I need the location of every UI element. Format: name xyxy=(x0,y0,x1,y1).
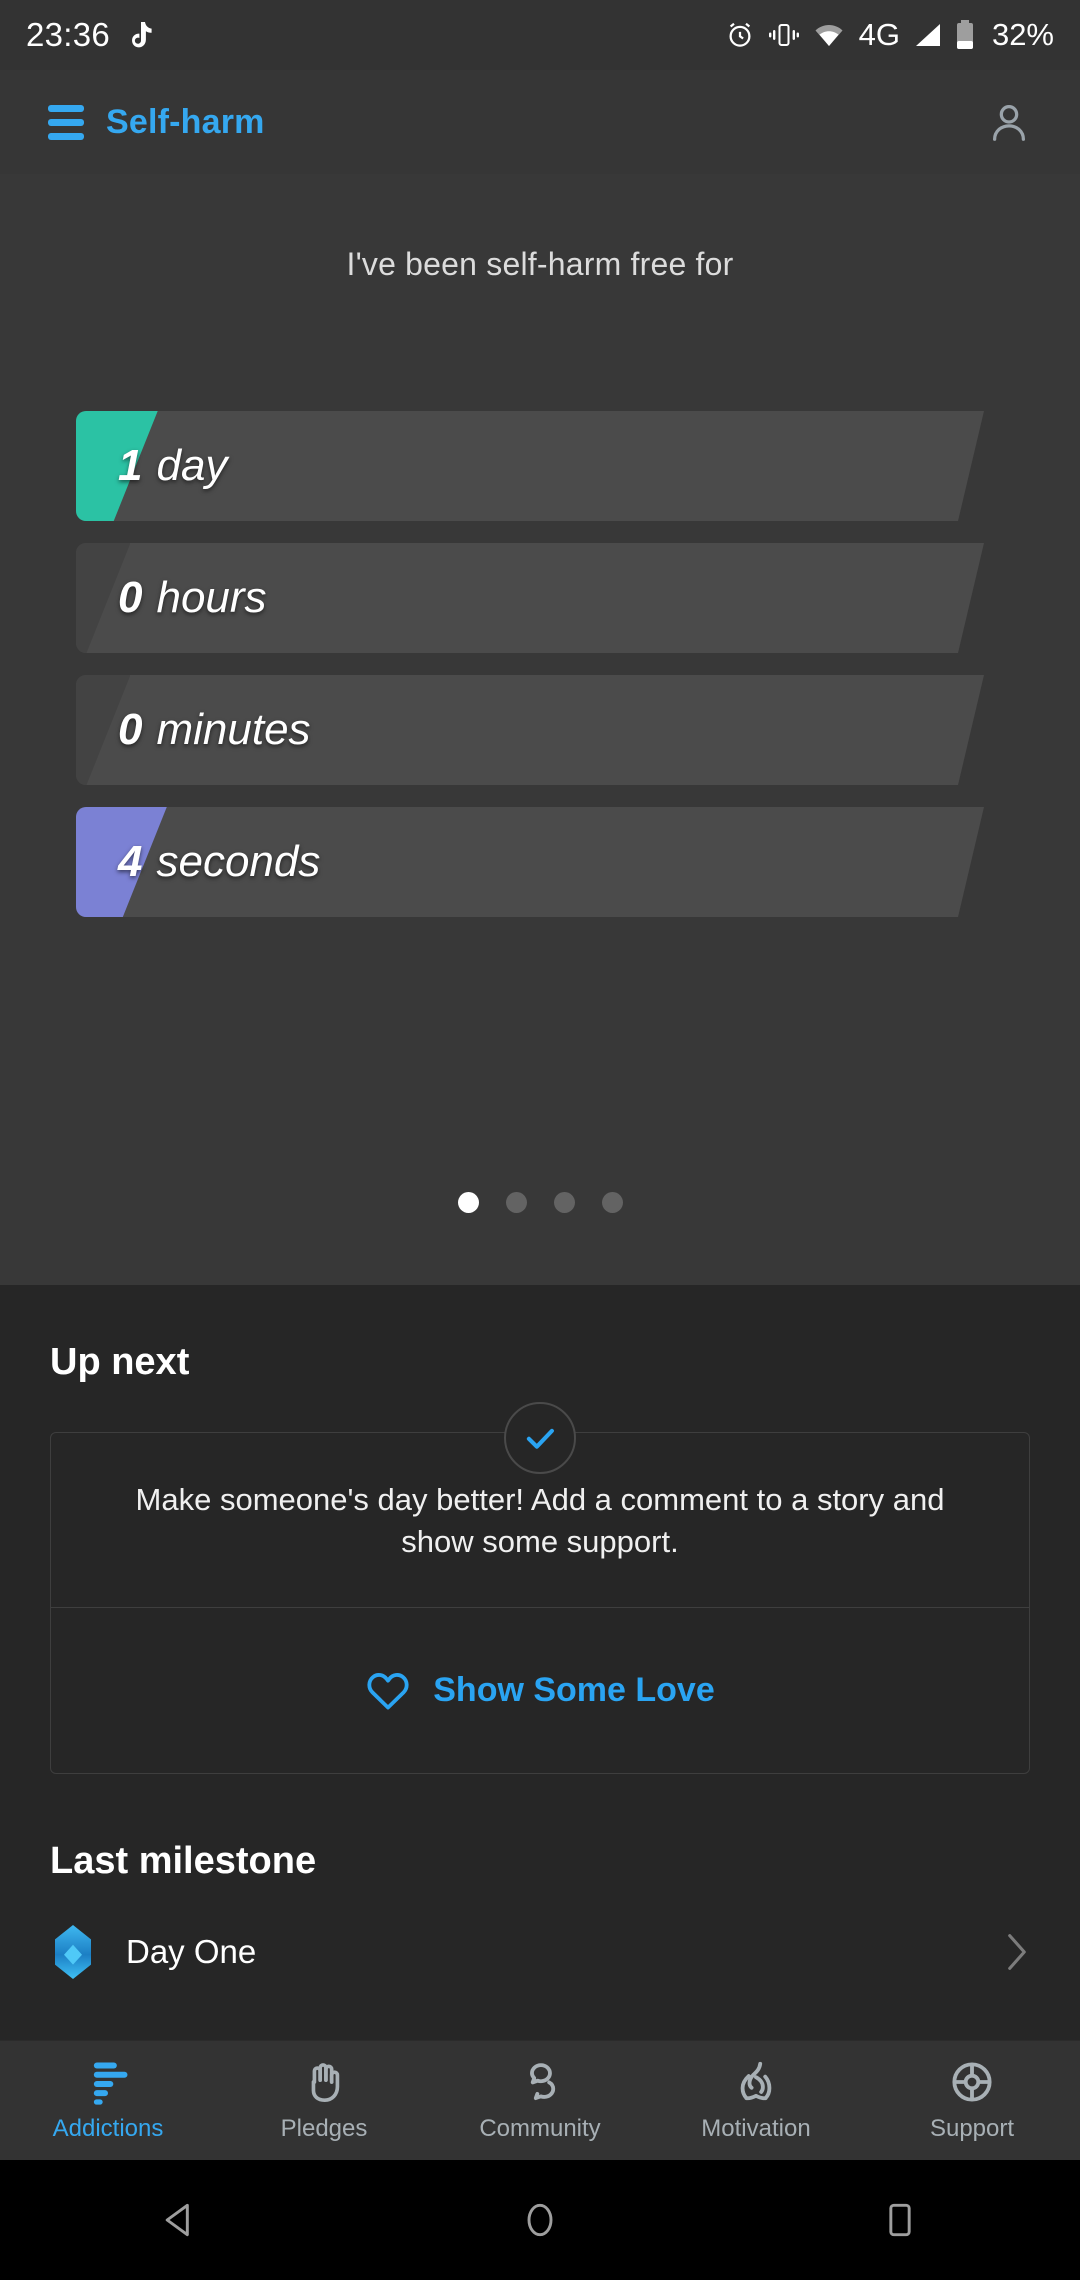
lower-section: Up next Make someone's day better! Add a… xyxy=(0,1285,1080,1989)
chevron-right-icon[interactable] xyxy=(1004,1932,1030,1972)
nav-label-support: Support xyxy=(929,2114,1015,2142)
speech-bubbles-icon xyxy=(517,2059,563,2105)
page-title: Self-harm xyxy=(106,102,265,141)
tiktok-icon xyxy=(128,20,154,50)
hand-icon xyxy=(301,2059,347,2105)
nav-item-addictions[interactable]: Addictions xyxy=(0,2059,216,2143)
network-4g-label: 4G xyxy=(858,17,900,52)
show-some-love-button[interactable]: Show Some Love xyxy=(51,1606,1029,1773)
counter-value: 4 xyxy=(118,837,143,886)
app-bar: Self-harm xyxy=(0,70,1080,174)
nav-item-pledges[interactable]: Pledges xyxy=(216,2059,432,2143)
counter-row-day: 1 day xyxy=(76,411,984,521)
counter-bar-label: 0 hours xyxy=(76,543,984,653)
home-circle-icon[interactable] xyxy=(518,2198,562,2242)
counter-bar-label: 0 minutes xyxy=(76,675,984,785)
nav-label-pledges: Pledges xyxy=(280,2114,368,2142)
status-bar-clock: 23:36 xyxy=(26,16,111,53)
vibrate-icon xyxy=(768,22,799,48)
account-icon[interactable] xyxy=(986,99,1032,145)
page-dot-1[interactable] xyxy=(457,1192,479,1213)
nav-label-motivation: Motivation xyxy=(701,2114,811,2142)
counter-unit: seconds xyxy=(156,837,321,886)
hamburger-menu-icon[interactable] xyxy=(48,104,84,140)
nav-label-community: Community xyxy=(479,2114,601,2142)
check-circle-icon xyxy=(504,1402,576,1474)
recents-square-icon[interactable] xyxy=(878,2198,922,2242)
last-milestone-heading: Last milestone xyxy=(50,1839,317,1882)
status-bar: 23:36 4G 32% xyxy=(0,0,1080,70)
signal-icon xyxy=(914,22,942,48)
phone-screen: 23:36 4G 32% Self-harm I've been self-ha… xyxy=(0,0,1080,2280)
counter-unit: minutes xyxy=(156,705,311,754)
counter-row-seconds: 4 seconds xyxy=(76,807,984,917)
page-indicator[interactable] xyxy=(0,1192,1080,1213)
counter-value: 0 xyxy=(118,573,143,622)
page-dot-2[interactable] xyxy=(505,1192,527,1213)
nav-item-support[interactable]: Support xyxy=(864,2059,1080,2143)
app-bar-left: Self-harm xyxy=(48,103,265,142)
alarm-icon xyxy=(725,20,755,50)
counter-value: 0 xyxy=(118,705,143,754)
flame-icon xyxy=(733,2059,779,2105)
counter-row-minutes: 0 minutes xyxy=(76,675,984,785)
up-next-card: Make someone's day better! Add a comment… xyxy=(50,1432,1030,1774)
battery-percent-label: 32% xyxy=(991,17,1054,52)
milestone-row[interactable]: Day One xyxy=(0,1897,1080,1989)
milestone-badge-icon xyxy=(50,1924,96,1979)
page-dot-4[interactable] xyxy=(601,1192,623,1213)
up-next-heading: Up next xyxy=(50,1341,190,1383)
milestone-name: Day One xyxy=(126,1932,257,1970)
counter-bar-label: 1 day xyxy=(76,411,984,521)
up-next-card-wrapper: Make someone's day better! Add a comment… xyxy=(0,1402,1080,1774)
back-triangle-icon[interactable] xyxy=(158,2198,202,2242)
bars-icon xyxy=(85,2059,131,2105)
status-bar-right: 4G 32% xyxy=(725,17,1054,53)
counter-bars: 1 day 0 hours 0 minutes 4 seconds xyxy=(0,411,1080,917)
nav-label-addictions: Addictions xyxy=(52,2114,164,2142)
counter-value: 1 xyxy=(118,441,143,490)
nav-item-motivation[interactable]: Motivation xyxy=(648,2059,864,2143)
counter-bar-label: 4 seconds xyxy=(76,807,984,917)
counter-unit: hours xyxy=(156,573,267,622)
counter-subtitle: I've been self-harm free for xyxy=(346,246,734,282)
counter-unit: day xyxy=(156,441,228,490)
status-bar-left: 23:36 xyxy=(26,16,154,54)
counter-panel[interactable]: I've been self-harm free for 1 day 0 hou… xyxy=(0,174,1080,1285)
life-ring-icon xyxy=(949,2059,995,2105)
heart-icon xyxy=(365,1669,411,1711)
page-dot-3[interactable] xyxy=(553,1192,575,1213)
nav-item-community[interactable]: Community xyxy=(432,2059,648,2143)
counter-row-hours: 0 hours xyxy=(76,543,984,653)
bottom-navigation: Addictions Pledges Community Motivation … xyxy=(0,2040,1080,2160)
android-navigation-bar xyxy=(0,2160,1080,2280)
show-some-love-label: Show Some Love xyxy=(433,1670,715,1709)
battery-icon xyxy=(956,20,974,50)
wifi-icon xyxy=(813,22,845,48)
